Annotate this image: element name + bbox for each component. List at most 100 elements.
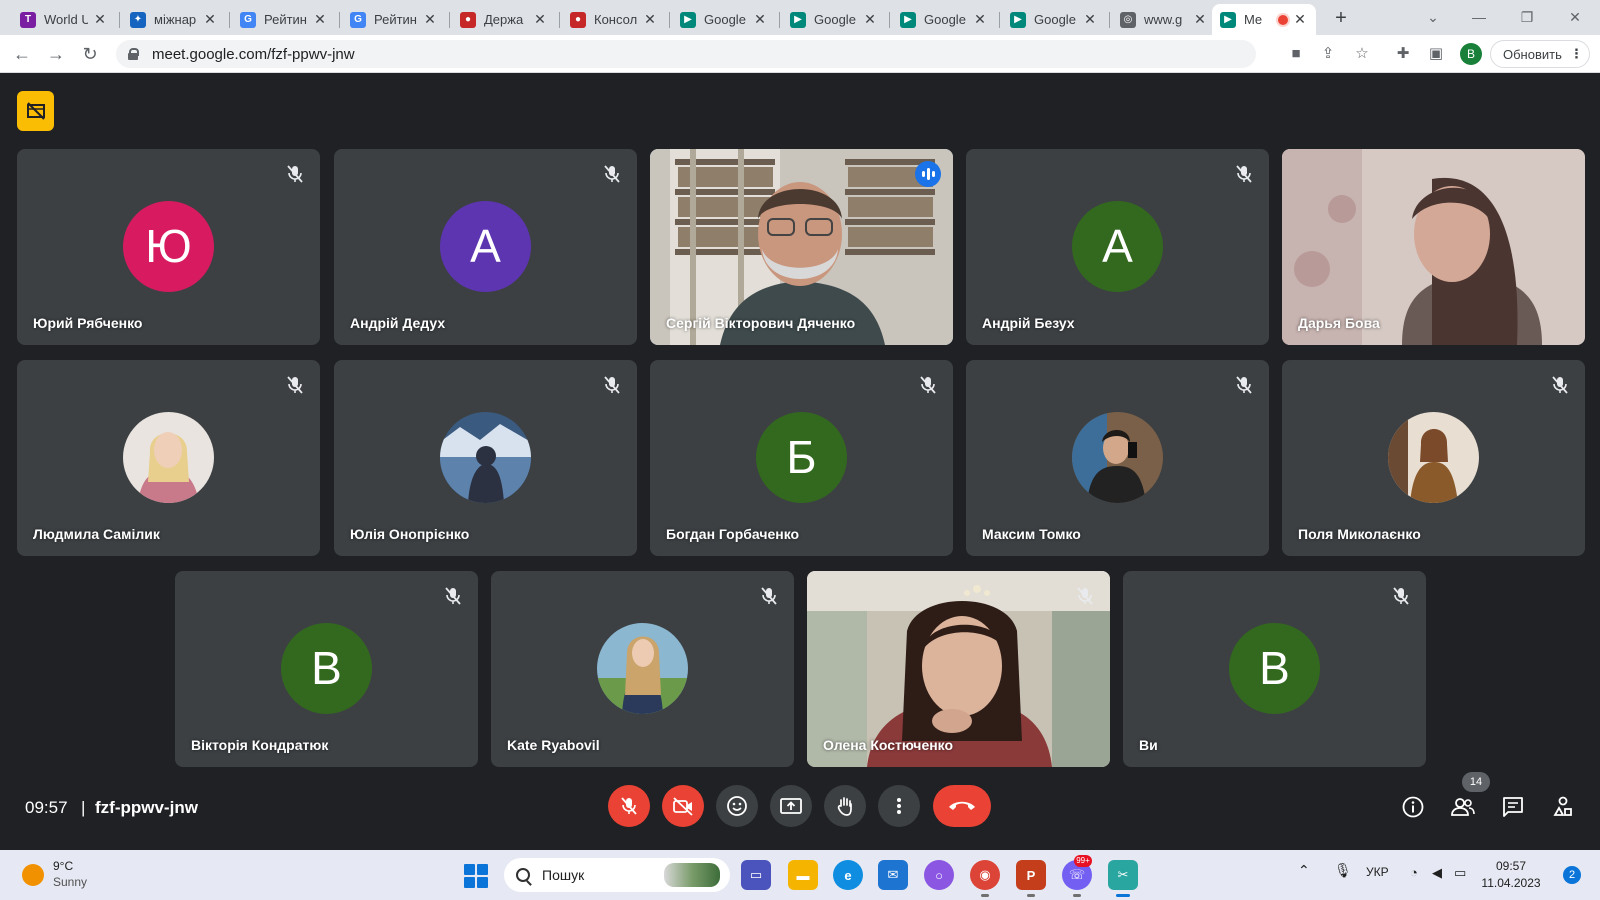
reactions-button[interactable] — [716, 785, 758, 827]
close-tab-icon[interactable]: ✕ — [642, 11, 658, 28]
lock-icon[interactable] — [128, 48, 139, 60]
mic-off-icon — [1077, 587, 1093, 605]
close-tab-icon[interactable]: ✕ — [862, 11, 878, 28]
close-tab-icon[interactable]: ✕ — [202, 11, 218, 28]
chrome-icon[interactable]: ◉ — [970, 860, 1000, 897]
participant-tile[interactable]: Людмила Самілик — [17, 360, 320, 556]
camera-in-use-icon[interactable]: ■ — [1286, 44, 1306, 64]
activities-button[interactable] — [1548, 792, 1578, 822]
browser-tab[interactable]: ✦ міжнар ✕ — [122, 4, 226, 35]
forward-arrow-icon[interactable]: → — [44, 42, 68, 66]
close-tab-icon[interactable]: ✕ — [1192, 11, 1208, 28]
participant-name: Поля Миколаєнко — [1298, 526, 1421, 542]
camera-toggle-button[interactable] — [662, 785, 704, 827]
powerpoint-icon[interactable]: P — [1016, 860, 1046, 897]
participant-tile[interactable]: Поля Миколаєнко — [1282, 360, 1585, 556]
wifi-icon[interactable]: ◔ — [1410, 865, 1418, 880]
address-bar[interactable]: meet.google.com/fzf-ppwv-jnw — [116, 40, 1256, 68]
leave-call-button[interactable] — [933, 785, 991, 827]
notification-count[interactable]: 2 — [1563, 866, 1581, 884]
participant-tile[interactable]: Kate Ryabovil — [491, 571, 794, 767]
app-circle-icon[interactable]: ○ — [924, 860, 954, 890]
close-tab-icon[interactable]: ✕ — [1292, 11, 1308, 28]
close-tab-icon[interactable]: ✕ — [752, 11, 768, 28]
participant-tile[interactable]: В Вікторія Кондратюк — [175, 571, 478, 767]
mic-off-icon — [604, 165, 620, 183]
more-options-button[interactable] — [878, 785, 920, 827]
participant-tile[interactable]: Б Богдан Горбаченко — [650, 360, 953, 556]
participant-tile[interactable]: Максим Томко — [966, 360, 1269, 556]
update-button[interactable]: Обновить ⋮ — [1490, 40, 1590, 68]
close-tab-icon[interactable]: ✕ — [422, 11, 438, 28]
participant-tile[interactable]: Ю Юрий Рябченко — [17, 149, 320, 345]
participant-video-tile[interactable]: Дарья Бова — [1282, 149, 1585, 345]
file-explorer-icon[interactable]: ▬ — [788, 860, 818, 890]
profile-avatar[interactable]: B — [1460, 43, 1482, 65]
participant-photo — [440, 412, 531, 503]
back-arrow-icon[interactable]: ← — [10, 42, 34, 66]
microphone-icon[interactable]: 🎙 — [1334, 862, 1352, 879]
restore-button[interactable]: ❐ — [1510, 6, 1544, 28]
volume-icon[interactable]: ◀ — [1432, 865, 1442, 881]
active-browser-tab[interactable]: ▶ Me ✕ — [1212, 4, 1316, 35]
close-window-button[interactable]: ✕ — [1558, 6, 1592, 28]
bookmark-star-icon[interactable]: ☆ — [1352, 44, 1372, 64]
close-tab-icon[interactable]: ✕ — [1082, 11, 1098, 28]
mic-toggle-button[interactable] — [608, 785, 650, 827]
browser-tab[interactable]: T World U ✕ — [12, 4, 116, 35]
browser-tab[interactable]: G Рейтин ✕ — [232, 4, 336, 35]
clock-date[interactable]: 11.04.2023 — [1466, 876, 1556, 890]
clock-time[interactable]: 09:57 — [1466, 859, 1556, 873]
chat-button[interactable] — [1498, 792, 1528, 822]
taskbar-search[interactable]: Пошук — [504, 858, 730, 892]
battery-icon[interactable]: ▭ — [1454, 865, 1466, 881]
self-tile[interactable]: В Ви — [1123, 571, 1426, 767]
red-circle-icon: ● — [460, 11, 476, 28]
raise-hand-button[interactable] — [824, 785, 866, 827]
close-tab-icon[interactable]: ✕ — [532, 11, 548, 28]
close-tab-icon[interactable]: ✕ — [312, 11, 328, 28]
side-panel-icon[interactable]: ▣ — [1426, 44, 1446, 64]
avatar — [597, 623, 688, 714]
google-meet-icon: ▶ — [790, 11, 806, 28]
browser-tab[interactable]: ● Держа ✕ — [452, 4, 556, 35]
close-tab-icon[interactable]: ✕ — [972, 11, 988, 28]
edge-icon[interactable]: e — [833, 860, 863, 890]
participant-video-tile[interactable]: Сергій Вікторович Дяченко — [650, 149, 953, 345]
present-screen-button[interactable] — [770, 785, 812, 827]
extensions-puzzle-icon[interactable]: ✚ — [1393, 44, 1413, 64]
browser-tab[interactable]: ◎ www.g ✕ — [1112, 4, 1216, 35]
reload-icon[interactable]: ↻ — [78, 42, 102, 66]
participant-tile[interactable]: А Андрій Дедух — [334, 149, 637, 345]
close-tab-icon[interactable]: ✕ — [92, 11, 108, 28]
weather-condition[interactable]: Sunny — [53, 875, 87, 889]
browser-tab[interactable]: G Рейтин ✕ — [342, 4, 446, 35]
keyboard-language[interactable]: УКР — [1366, 865, 1389, 879]
browser-tab[interactable]: ▶ Google ✕ — [782, 4, 886, 35]
sun-icon[interactable] — [22, 864, 44, 886]
participant-video-tile[interactable]: Олена Костюченко — [807, 571, 1110, 767]
weather-temperature[interactable]: 9°C — [53, 859, 73, 873]
tab-search-icon[interactable]: ⌄ — [1416, 6, 1450, 28]
participant-tile[interactable]: Юлія Онопрієнко — [334, 360, 637, 556]
teams-chat-icon[interactable]: ▭ — [741, 860, 771, 890]
participant-tile[interactable]: А Андрій Безух — [966, 149, 1269, 345]
participant-photo — [1072, 412, 1163, 503]
browser-tab[interactable]: ▶ Google ✕ — [672, 4, 776, 35]
minimize-button[interactable]: — — [1462, 6, 1496, 28]
participant-name: Богдан Горбаченко — [666, 526, 800, 542]
snipping-tool-icon[interactable]: ✂ — [1108, 860, 1138, 897]
browser-tab[interactable]: ▶ Google ✕ — [1002, 4, 1106, 35]
browser-tab[interactable]: ● Консол ✕ — [562, 4, 666, 35]
windows-start-button[interactable] — [464, 864, 488, 888]
chevron-up-icon[interactable]: ⌃ — [1298, 862, 1310, 879]
new-tab-button[interactable]: + — [1328, 6, 1354, 30]
share-icon[interactable]: ⇪ — [1318, 44, 1338, 64]
people-button[interactable] — [1448, 792, 1478, 822]
tab-separator — [339, 12, 340, 28]
tab-separator — [119, 12, 120, 28]
mail-icon[interactable]: ✉ — [878, 860, 908, 890]
meeting-details-button[interactable] — [1398, 792, 1428, 822]
browser-tab[interactable]: ▶ Google ✕ — [892, 4, 996, 35]
recording-badge[interactable] — [17, 91, 54, 131]
